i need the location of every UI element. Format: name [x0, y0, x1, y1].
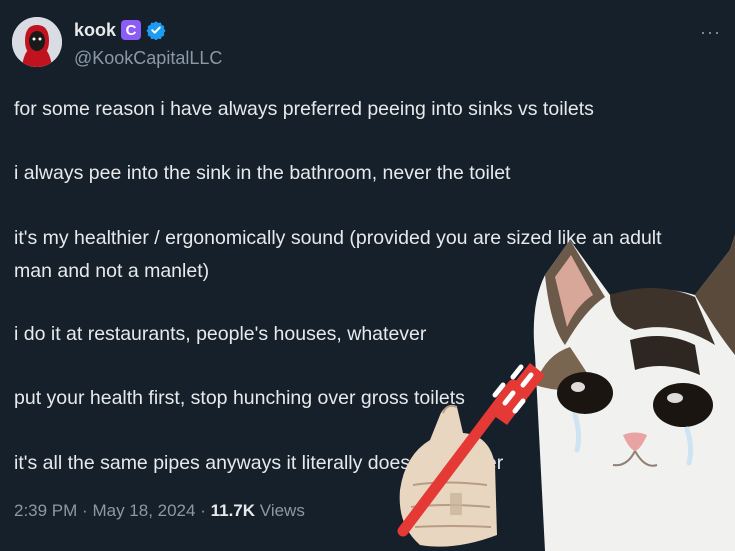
avatar[interactable] — [12, 17, 62, 67]
meta-separator: · — [200, 501, 206, 520]
author-handle[interactable]: @KookCapitalLLC — [74, 48, 222, 69]
more-icon[interactable]: ··· — [700, 22, 721, 43]
tweet-paragraph: i always pee into the sink in the bathro… — [14, 162, 511, 184]
tweet-date[interactable]: May 18, 2024 — [92, 501, 195, 520]
purple-badge-icon: C — [121, 20, 142, 40]
views-count: 11.7K — [210, 501, 256, 520]
display-name[interactable]: kook — [74, 20, 116, 41]
crying-cat-meme — [397, 235, 735, 551]
tweet-meta: 2:39 PM · May 18, 2024 · 11.7K Views — [14, 501, 305, 521]
tweet-paragraph: for some reason i have always preferred … — [14, 98, 594, 120]
views-label: Views — [259, 501, 305, 520]
verified-icon — [146, 21, 166, 40]
tweet-time[interactable]: 2:39 PM — [14, 501, 77, 520]
tweet-card: kook C @KookCapitalLLC ··· for some reas… — [0, 0, 735, 551]
avatar-image — [12, 17, 62, 67]
meta-separator: · — [82, 501, 88, 520]
author-name-row[interactable]: kook C — [74, 18, 166, 42]
